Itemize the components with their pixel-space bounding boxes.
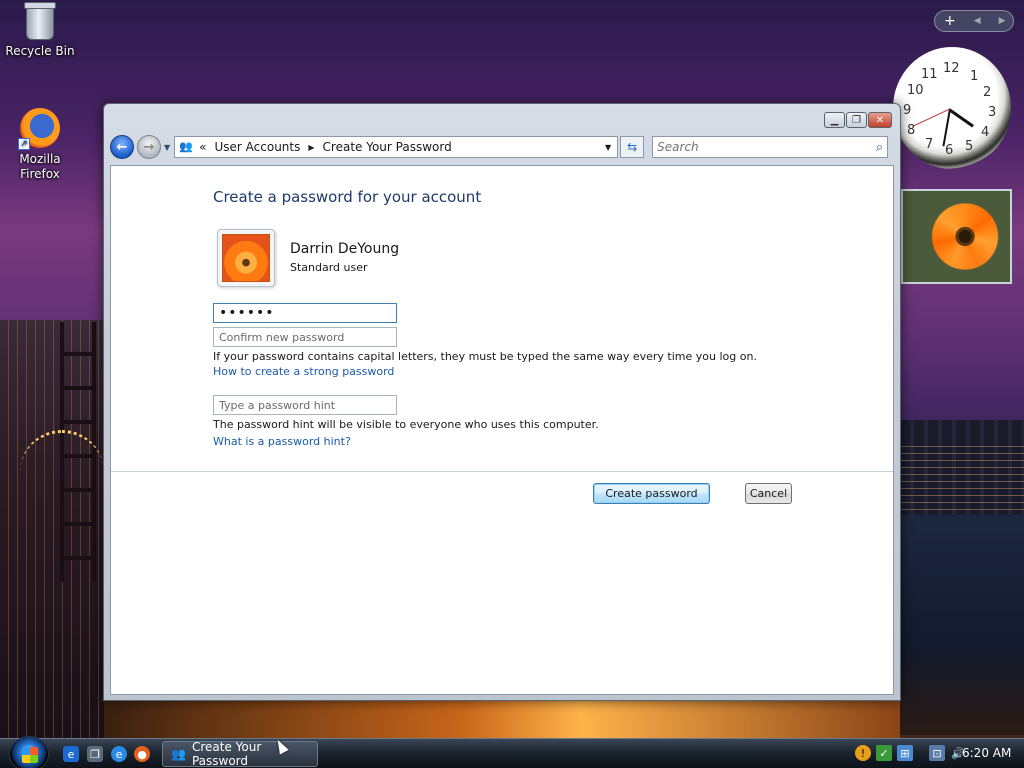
security-alert-icon[interactable]: ! <box>855 745 871 761</box>
shortcut-arrow-icon: ↗ <box>18 138 30 150</box>
confirm-password-field[interactable] <box>213 327 397 347</box>
desktop-icon-label: Recycle Bin <box>5 44 75 58</box>
refresh-button[interactable]: ⇆ <box>620 136 645 158</box>
wallpaper-water <box>900 515 1024 735</box>
recycle-bin-icon <box>24 2 56 40</box>
gadget-prev-icon[interactable]: ◀ <box>974 16 981 26</box>
caps-lock-note: If your password contains capital letter… <box>213 350 757 363</box>
back-arrow-icon: ← <box>116 139 128 155</box>
clock-number: 11 <box>921 67 938 82</box>
taskbar: e ❐ e ● 👥 Create Your Password ! ✓ ⊞ ⊡ 🔊… <box>0 736 1024 768</box>
add-gadget-icon[interactable]: + <box>944 13 956 29</box>
taskbar-button-label: Create Your Password <box>191 740 262 768</box>
clock-hour-hand <box>949 109 974 128</box>
gadget-controls: + ◀ ▶ <box>934 10 1014 32</box>
flower-avatar-icon <box>222 234 270 282</box>
taskbar-clock[interactable]: 6:20 AM <box>962 746 1011 760</box>
clock-number: 1 <box>970 69 979 84</box>
new-password-field[interactable] <box>213 303 397 323</box>
clock-number: 7 <box>925 137 934 152</box>
breadcrumb-separator-icon[interactable]: ▶ <box>308 143 314 152</box>
update-icon[interactable]: ⊞ <box>897 745 913 761</box>
address-bar[interactable]: 👥 « User Accounts ▶ Create Your Password… <box>174 136 619 158</box>
user-role: Standard user <box>290 261 368 274</box>
system-tray: ! ✓ ⊞ ⊡ 🔊 <box>855 745 966 761</box>
clock-number: 4 <box>981 125 990 140</box>
clock-number: 12 <box>943 61 960 76</box>
slideshow-gadget[interactable] <box>901 189 1012 284</box>
navigation-bar: ← → ▼ 👥 « User Accounts ▶ Create Your Pa… <box>110 133 894 161</box>
recent-pages-dropdown[interactable]: ▼ <box>164 143 170 152</box>
desktop-icon-firefox[interactable]: ↗ Mozilla Firefox <box>0 108 80 182</box>
search-input[interactable] <box>657 140 876 154</box>
user-picture <box>217 229 275 287</box>
clock-gadget[interactable]: 12 1 2 3 4 5 6 7 8 9 10 11 <box>893 47 1011 169</box>
network-icon[interactable]: ⊡ <box>929 745 945 761</box>
user-name: Darrin DeYoung <box>290 241 400 257</box>
breadcrumb-user-accounts[interactable]: User Accounts <box>215 140 301 154</box>
breadcrumb-create-password[interactable]: Create Your Password <box>323 140 452 154</box>
desktop-icon-label: Mozilla Firefox <box>19 152 61 181</box>
minimize-button[interactable]: ▁ <box>824 112 845 128</box>
window-controls: ▁ ❐ ✕ <box>824 112 892 128</box>
desktop-icon-recycle-bin[interactable]: Recycle Bin <box>0 2 80 59</box>
password-hint-field[interactable] <box>213 395 397 415</box>
back-button[interactable]: ← <box>110 135 134 159</box>
forward-arrow-icon: → <box>143 139 155 155</box>
slideshow-photo <box>903 191 1010 282</box>
strong-password-link[interactable]: How to create a strong password <box>213 365 394 378</box>
clock-number: 3 <box>988 105 997 120</box>
ie-quicklaunch-icon[interactable]: e <box>63 746 79 762</box>
close-button[interactable]: ✕ <box>868 112 892 128</box>
user-accounts-icon: 👥 <box>171 747 186 761</box>
firefox-quicklaunch-icon[interactable]: ● <box>134 746 150 762</box>
gadget-next-icon[interactable]: ▶ <box>999 16 1006 26</box>
maximize-button[interactable]: ❐ <box>846 112 867 128</box>
windows-defender-icon[interactable]: ✓ <box>876 745 892 761</box>
clock-number: 5 <box>965 139 974 154</box>
internet-explorer-icon[interactable]: e <box>111 746 127 762</box>
taskbar-button-create-password[interactable]: 👥 Create Your Password <box>162 740 318 768</box>
address-dropdown-icon[interactable]: ▼ <box>605 143 611 152</box>
user-accounts-icon: 👥 <box>179 140 193 153</box>
forward-button[interactable]: → <box>137 135 161 159</box>
start-button[interactable] <box>9 736 49 768</box>
password-hint-link[interactable]: What is a password hint? <box>213 435 351 448</box>
firefox-icon: ↗ <box>18 108 60 150</box>
wallpaper-city-skyline <box>900 420 1024 515</box>
clock-minute-hand <box>942 108 951 147</box>
search-icon[interactable]: ⌕ <box>876 140 883 155</box>
content-pane: Create a password for your account Darri… <box>110 165 894 695</box>
cancel-button[interactable]: Cancel <box>745 483 792 504</box>
refresh-icon: ⇆ <box>627 140 638 154</box>
wallpaper-road <box>104 700 900 738</box>
breadcrumb-overflow[interactable]: « <box>199 140 206 154</box>
create-password-window: ▁ ❐ ✕ ← → ▼ 👥 « User Accounts ▶ Create Y… <box>103 103 901 701</box>
clock-number: 10 <box>907 83 924 98</box>
create-password-button[interactable]: Create password <box>593 483 710 504</box>
page-title: Create a password for your account <box>213 188 482 206</box>
clock-number: 9 <box>903 103 912 118</box>
windows-logo-icon <box>22 747 38 763</box>
clock-number: 6 <box>945 143 954 158</box>
hint-visibility-note: The password hint will be visible to eve… <box>213 418 599 431</box>
divider <box>111 471 893 472</box>
search-box: ⌕ <box>652 136 889 158</box>
clock-number: 2 <box>983 85 992 100</box>
switch-windows-icon[interactable]: ❐ <box>87 746 103 762</box>
